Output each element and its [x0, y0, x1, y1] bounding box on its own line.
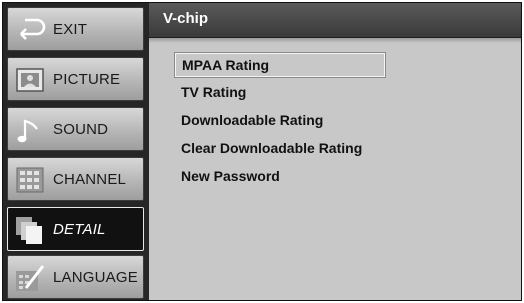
sidebar-item-picture[interactable]: PICTURE [7, 57, 144, 101]
page-title: V-chip [163, 10, 209, 27]
sidebar-item-label: CHANNEL [53, 171, 127, 188]
sidebar-item-sound[interactable]: SOUND [7, 107, 144, 151]
title-shade [149, 38, 521, 43]
title-bar: V-chip [149, 3, 521, 38]
sidebar: EXIT PICTURE SOUND CHANNEL DETAIL LANGUA… [3, 3, 149, 302]
exit-arrow-icon [20, 18, 46, 40]
menu-item-mpaa-rating[interactable]: MPAA Rating [175, 53, 385, 77]
sidebar-item-label: LANGUAGE [53, 269, 138, 286]
sound-note-icon [17, 119, 38, 143]
sidebar-item-label: PICTURE [53, 71, 121, 88]
menu-item-tv-rating[interactable]: TV Rating [175, 80, 385, 104]
sidebar-item-label: EXIT [53, 21, 88, 38]
menu-item-downloadable-rating[interactable]: Downloadable Rating [175, 108, 385, 132]
language-pencil-icon [16, 265, 45, 291]
sidebar-item-label: SOUND [53, 121, 109, 138]
tv-menu-screen: EXIT PICTURE SOUND CHANNEL DETAIL LANGUA… [2, 2, 522, 301]
sidebar-item-detail[interactable]: DETAIL [7, 207, 144, 251]
sidebar-item-channel[interactable]: CHANNEL [7, 157, 144, 201]
main-panel: V-chip MPAA Rating TV Rating Downloadabl… [149, 3, 521, 300]
sidebar-item-language[interactable]: LANGUAGE [7, 255, 144, 299]
menu-item-new-password[interactable]: New Password [175, 164, 385, 188]
channel-grid-icon [16, 167, 44, 193]
sidebar-item-label: DETAIL [53, 221, 106, 238]
detail-pages-icon [16, 217, 42, 244]
menu-item-clear-downloadable-rating[interactable]: Clear Downloadable Rating [175, 136, 385, 160]
picture-icon [16, 68, 44, 92]
sidebar-item-exit[interactable]: EXIT [7, 7, 144, 51]
